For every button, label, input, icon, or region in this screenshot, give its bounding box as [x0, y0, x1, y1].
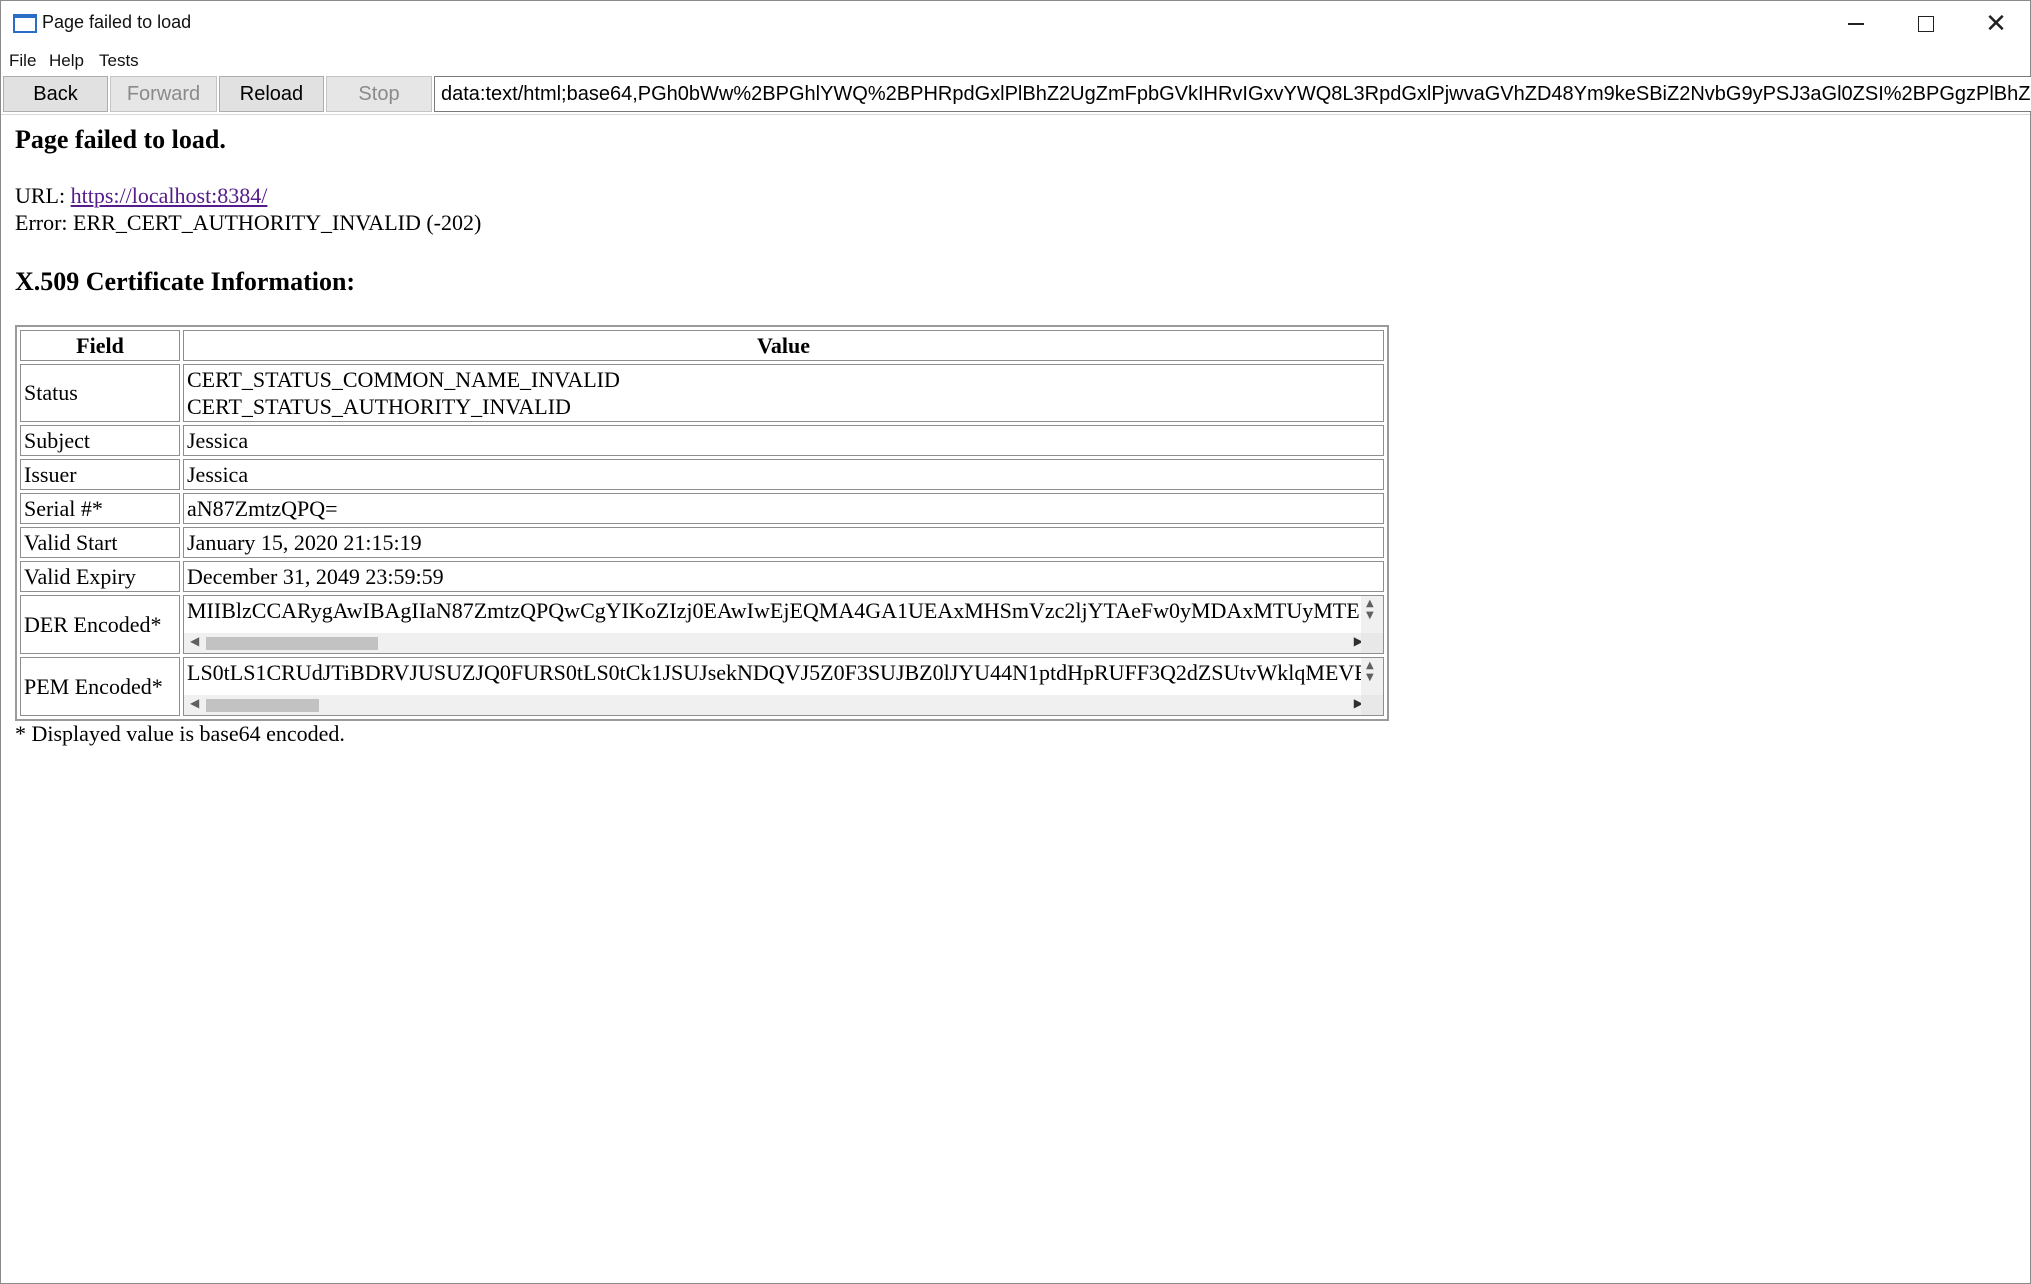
stop-button[interactable]: Stop [326, 76, 432, 112]
table-row-issuer: Issuer Jessica [20, 459, 1384, 490]
field-serial: Serial #* [20, 493, 180, 524]
value-der: MIIBlzCCARygAwIBAgIIaN87ZmtzQPQwCgYIKoZI… [183, 595, 1384, 654]
field-subject: Subject [20, 425, 180, 456]
field-der: DER Encoded* [20, 595, 180, 654]
field-valid-start: Valid Start [20, 527, 180, 558]
column-header-field: Field [20, 330, 180, 361]
error-line: Error: ERR_CERT_AUTHORITY_INVALID (-202) [15, 210, 482, 235]
menu-tests[interactable]: Tests [99, 51, 139, 71]
table-row-pem: PEM Encoded* LS0tLS1CRUdJTiBDRVJUSUZJQ0F… [20, 657, 1384, 716]
scroll-left-icon[interactable]: ◀ [190, 634, 199, 648]
close-button[interactable]: ✕ [1961, 1, 2031, 47]
url-label: URL: [15, 183, 71, 208]
minimize-icon [1848, 23, 1864, 25]
scroll-down-icon[interactable]: ▼ [1366, 672, 1374, 683]
pem-scroll-corner [1361, 695, 1383, 715]
url-link[interactable]: https://localhost:8384/ [71, 183, 268, 208]
column-header-value: Value [183, 330, 1384, 361]
page-title: Page failed to load. [15, 125, 226, 154]
status-line-common-name: CERT_STATUS_COMMON_NAME_INVALID [187, 367, 620, 392]
field-valid-expiry: Valid Expiry [20, 561, 180, 592]
der-horizontal-scrollbar[interactable]: ◀ ▶ [184, 633, 1369, 653]
field-status: Status [20, 364, 180, 422]
reload-button[interactable]: Reload [219, 76, 324, 112]
field-issuer: Issuer [20, 459, 180, 490]
value-issuer: Jessica [183, 459, 1384, 490]
address-bar-input[interactable]: data:text/html;base64,PGh0bWw%2BPGhlYWQ%… [434, 76, 2031, 112]
table-row-der: DER Encoded* MIIBlzCCARygAwIBAgIIaN87Zmt… [20, 595, 1384, 654]
menu-help[interactable]: Help [49, 51, 84, 71]
close-icon: ✕ [1985, 9, 2007, 39]
url-line: URL: https://localhost:8384/ [15, 183, 267, 209]
navigation-toolbar: Back Forward Reload Stop data:text/html;… [1, 76, 2031, 113]
value-pem: LS0tLS1CRUdJTiBDRVJUSUZJQ0FURS0tLS0tCk1J… [183, 657, 1384, 716]
window-app-icon [13, 14, 37, 33]
pem-text: LS0tLS1CRUdJTiBDRVJUSUZJQ0FURS0tLS0tCk1J… [187, 660, 1372, 685]
certificate-table: Field Value Status CERT_STATUS_COMMON_NA… [15, 325, 1389, 721]
pem-textarea[interactable]: LS0tLS1CRUdJTiBDRVJUSUZJQ0FURS0tLS0tCk1J… [184, 658, 1383, 715]
value-valid-start: January 15, 2020 21:15:19 [183, 527, 1384, 558]
table-row-subject: Subject Jessica [20, 425, 1384, 456]
pem-scroll-thumb[interactable] [206, 699, 319, 712]
certificate-heading: X.509 Certificate Information: [15, 267, 356, 296]
table-row-valid-expiry: Valid Expiry December 31, 2049 23:59:59 [20, 561, 1384, 592]
forward-button[interactable]: Forward [110, 76, 217, 112]
scroll-down-icon[interactable]: ▼ [1366, 610, 1374, 621]
status-line-authority: CERT_STATUS_AUTHORITY_INVALID [187, 394, 571, 419]
der-scroll-thumb[interactable] [206, 637, 378, 650]
pem-horizontal-scrollbar[interactable]: ◀ ▶ [184, 695, 1369, 715]
value-status: CERT_STATUS_COMMON_NAME_INVALID CERT_STA… [183, 364, 1384, 422]
der-scroll-corner [1361, 633, 1383, 653]
value-serial: aN87ZmtzQPQ= [183, 493, 1384, 524]
title-bar: Page failed to load ✕ [1, 1, 2030, 47]
browser-window: Page failed to load ✕ File Help Tests Ba… [0, 0, 2031, 1284]
scroll-up-icon[interactable]: ▲ [1366, 660, 1374, 671]
table-header-row: Field Value [20, 330, 1384, 361]
table-row-serial: Serial #* aN87ZmtzQPQ= [20, 493, 1384, 524]
minimize-button[interactable] [1821, 1, 1891, 47]
maximize-icon [1918, 16, 1934, 32]
page-content: Page failed to load. URL: https://localh… [1, 114, 2030, 1283]
maximize-button[interactable] [1891, 1, 1961, 47]
field-pem: PEM Encoded* [20, 657, 180, 716]
menu-file[interactable]: File [9, 51, 36, 71]
base64-footnote: * Displayed value is base64 encoded. [15, 721, 345, 746]
der-text: MIIBlzCCARygAwIBAgIIaN87ZmtzQPQwCgYIKoZI… [187, 598, 1372, 623]
back-button[interactable]: Back [3, 76, 108, 112]
der-textarea[interactable]: MIIBlzCCARygAwIBAgIIaN87ZmtzQPQwCgYIKoZI… [184, 596, 1383, 653]
table-row-status: Status CERT_STATUS_COMMON_NAME_INVALID C… [20, 364, 1384, 422]
value-valid-expiry: December 31, 2049 23:59:59 [183, 561, 1384, 592]
window-title: Page failed to load [42, 12, 192, 32]
scroll-left-icon[interactable]: ◀ [190, 696, 199, 710]
scroll-up-icon[interactable]: ▲ [1366, 598, 1374, 609]
value-subject: Jessica [183, 425, 1384, 456]
menu-bar: File Help Tests [1, 49, 2030, 75]
table-row-valid-start: Valid Start January 15, 2020 21:15:19 [20, 527, 1384, 558]
